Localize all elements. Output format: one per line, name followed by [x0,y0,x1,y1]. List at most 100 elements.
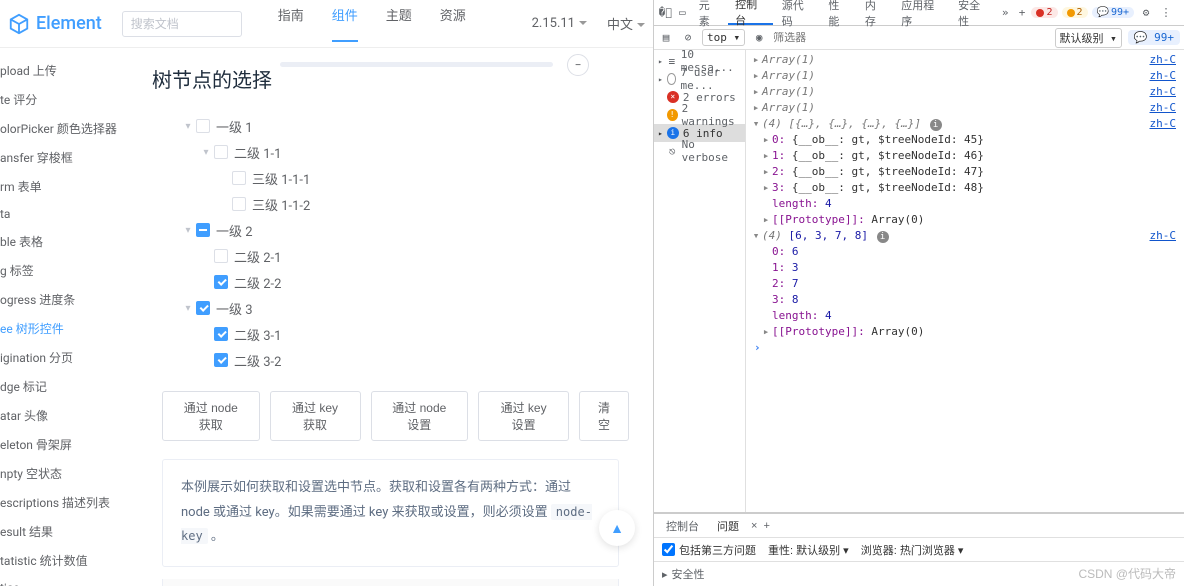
sidenav-item-tag[interactable]: g 标签 [0,256,140,285]
source-link[interactable]: zh-C [1150,84,1181,100]
caret-down-icon[interactable]: ▾ [182,121,194,132]
tabs-more-icon[interactable]: » [998,6,1013,19]
tree-node[interactable]: 三级 1-1-1 [218,165,629,191]
caret-down-icon[interactable]: ▾ [200,147,212,158]
sidenav-item-tree[interactable]: ee 树形控件 [0,314,140,343]
log-row-expanded[interactable]: ▾(4) [{…}, {…}, {…}, {…}] izh-C [746,116,1184,132]
settings-icon[interactable]: ⚙ [1138,6,1154,19]
drawer-section-security[interactable]: ▸ 安全性 [654,562,1184,586]
log-row[interactable]: ▸Array(1)zh-C [746,68,1184,84]
sidenav-item-statistic[interactable]: tatistic 统计数值 [0,546,140,575]
side-user[interactable]: ▸7 user me... [654,70,745,88]
log-row-expanded[interactable]: ▾(4) [6, 3, 7, 8] izh-C [746,228,1184,244]
tree-node[interactable]: ▾一级 1 [182,113,629,139]
logo[interactable]: Element [8,13,102,35]
set-by-key-button[interactable]: 通过 key 设置 [478,391,569,441]
checkbox-indeterminate[interactable] [196,223,210,237]
log-row[interactable]: ▸[[Prototype]]: Array(0) [746,212,1184,228]
close-icon[interactable]: × [751,520,757,532]
tabs-plus-icon[interactable]: + [1015,6,1030,19]
error-badge[interactable]: 2 [1031,7,1057,18]
log-row[interactable]: ▸Array(1)zh-C [746,52,1184,68]
source-link[interactable]: zh-C [1150,228,1181,244]
log-row[interactable]: ▸Array(1)zh-C [746,100,1184,116]
tab-sources[interactable]: 源代码 [775,0,820,25]
sidenav-item-upload[interactable]: pload 上传 [0,56,140,85]
tab-performance[interactable]: 性能 [821,0,855,25]
log-row[interactable]: ▸1: {__ob__: gt, $treeNodeId: 46} [746,148,1184,164]
set-by-node-button[interactable]: 通过 node 设置 [371,391,469,441]
source-link[interactable]: zh-C [1150,100,1181,116]
tab-memory[interactable]: 内存 [858,0,892,25]
checkbox-checked[interactable] [214,327,228,341]
log-row[interactable]: ▸0: {__ob__: gt, $treeNodeId: 45} [746,132,1184,148]
checkbox-checked[interactable] [214,353,228,367]
issues-chip[interactable]: 💬 99+ [1128,30,1180,45]
context-select[interactable]: top ▾ [702,29,745,46]
checkbox-checked[interactable] [214,275,228,289]
backtop-button[interactable]: ▲ [599,510,635,546]
clear-button[interactable]: 清空 [579,391,629,441]
get-by-node-button[interactable]: 通过 node 获取 [162,391,260,441]
device-icon[interactable]: ▭ [675,6,690,19]
log-row[interactable]: ▸[[Prototype]]: Array(0) [746,324,1184,340]
sidenav-item-table[interactable]: ble 表格 [0,227,140,256]
filter-input[interactable] [773,32,833,44]
search-input[interactable] [122,11,242,37]
source-link[interactable]: zh-C [1150,52,1181,68]
sidenav-item-rate[interactable]: te 评分 [0,85,140,114]
tree-node[interactable]: ▾一级 2 [182,217,629,243]
caret-down-icon[interactable]: ▾ [182,303,194,314]
warn-badge[interactable]: 2 [1062,7,1088,18]
sidenav-item-avatar[interactable]: atar 头像 [0,401,140,430]
get-by-key-button[interactable]: 通过 key 获取 [270,391,361,441]
eye-icon[interactable]: ◉ [751,31,767,44]
tab-security[interactable]: 安全性 [951,0,996,25]
kebab-icon[interactable]: ⋮ [1158,6,1174,19]
sidenav-item-badge[interactable]: dge 标记 [0,372,140,401]
sidebar-toggle-icon[interactable]: ▤ [658,31,674,44]
nav-resource[interactable]: 资源 [440,5,466,42]
tree-node[interactable]: ▾二级 1-1 [200,139,629,165]
sidenav-item-result[interactable]: esult 结果 [0,517,140,546]
tab-console[interactable]: 控制台 [728,0,773,25]
source-link[interactable]: zh-C [1150,68,1181,84]
tree-node[interactable]: 二级 2-1 [200,243,629,269]
side-warnings[interactable]: ▸!2 warnings [654,106,745,124]
log-row[interactable]: ▸3: {__ob__: gt, $treeNodeId: 48} [746,180,1184,196]
tree-node[interactable]: 三级 1-1-2 [218,191,629,217]
tab-elements[interactable]: 元素 [692,0,726,25]
log-row[interactable]: ▸2: {__ob__: gt, $treeNodeId: 47} [746,164,1184,180]
info-badge[interactable]: 💬 99+ [1092,7,1135,18]
log-row[interactable]: ▸Array(1)zh-C [746,84,1184,100]
checkbox[interactable] [196,119,210,133]
sidenav-item-descriptions[interactable]: escriptions 描述列表 [0,488,140,517]
checkbox-checked[interactable] [196,301,210,315]
source-link[interactable]: zh-C [1150,116,1181,132]
sidenav-item-pagination[interactable]: igination 分页 [0,343,140,372]
tree-node[interactable]: ▾一级 3 [182,295,629,321]
console-prompt[interactable]: › [746,340,1184,356]
sidenav-item-empty[interactable]: npty 空状态 [0,459,140,488]
nav-guide[interactable]: 指南 [278,5,304,42]
side-verbose[interactable]: ▸⎋No verbose [654,142,745,160]
info-dot-icon[interactable]: i [877,231,889,243]
tree-node[interactable]: 二级 3-1 [200,321,629,347]
sidenav-group-notice[interactable]: tice [0,575,140,586]
sidenav-group-data[interactable]: ta [0,201,140,227]
drawer-tab-issues[interactable]: 问题 [711,518,745,534]
level-select[interactable]: 默认级别 ▾ [1055,28,1122,48]
version-select[interactable]: 2.15.11 [532,16,587,31]
nav-theme[interactable]: 主题 [386,5,412,42]
checkbox[interactable] [232,171,246,185]
nav-component[interactable]: 组件 [332,5,358,42]
sidenav-item-progress[interactable]: ogress 进度条 [0,285,140,314]
plus-icon[interactable]: + [763,520,769,532]
checkbox[interactable] [232,197,246,211]
info-dot-icon[interactable]: i [930,119,942,131]
checkbox[interactable] [214,249,228,263]
progress-minus-button[interactable]: − [567,54,589,76]
sidenav-item-skeleton[interactable]: eleton 骨架屏 [0,430,140,459]
sidenav-item-transfer[interactable]: ansfer 穿梭框 [0,143,140,172]
thirdparty-checkbox[interactable]: 包括第三方问题 [662,542,756,558]
